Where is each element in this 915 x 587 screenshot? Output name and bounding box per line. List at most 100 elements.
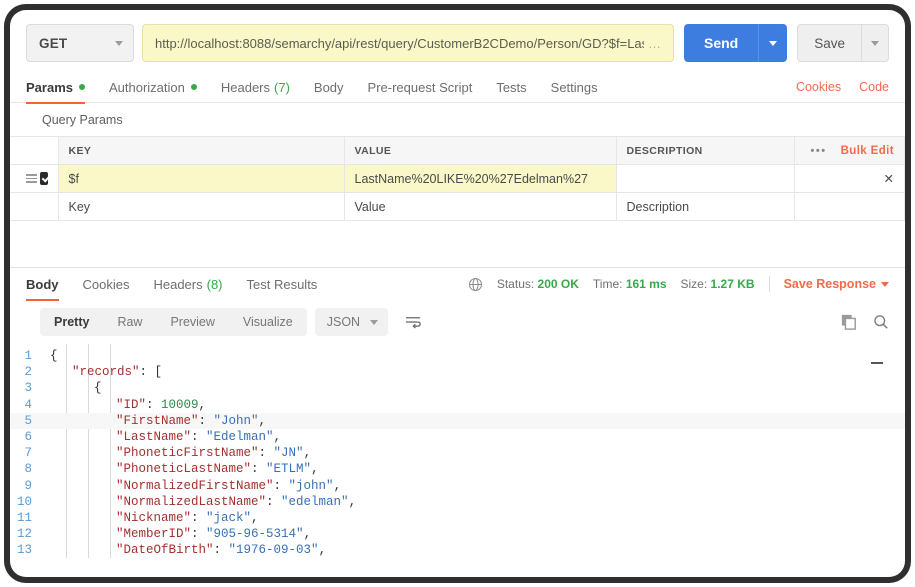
- view-mode-preview[interactable]: Preview: [156, 308, 228, 336]
- row-key-input[interactable]: $f: [58, 165, 344, 193]
- tab-pre-request-script[interactable]: Pre-request Script: [368, 72, 473, 102]
- response-format-select[interactable]: JSON: [315, 308, 388, 336]
- json-line-content: "FirstName": "John",: [40, 413, 266, 429]
- save-response-button[interactable]: Save Response: [784, 277, 889, 291]
- response-body-json[interactable]: 1{2"records": [3{4"ID": 10009,5"FirstNam…: [10, 344, 905, 558]
- view-mode-segment: Pretty Raw Preview Visualize: [40, 308, 307, 336]
- json-line-content: "NormalizedLastName": "edelman",: [40, 494, 356, 510]
- json-line: 2"records": [: [10, 364, 905, 380]
- tab-body-label: Body: [314, 80, 344, 95]
- http-method-select[interactable]: GET: [26, 24, 134, 62]
- code-link[interactable]: Code: [859, 80, 889, 94]
- line-number: 13: [10, 542, 40, 558]
- tab-tests[interactable]: Tests: [496, 72, 526, 102]
- word-wrap-button[interactable]: [398, 308, 428, 336]
- line-number: 8: [10, 461, 40, 477]
- tab-params[interactable]: Params: [26, 72, 85, 102]
- response-tabs: Body Cookies Headers (8) Test Results St…: [10, 268, 905, 300]
- new-value-input[interactable]: Value: [344, 193, 616, 221]
- view-mode-raw[interactable]: Raw: [103, 308, 156, 336]
- request-tabs: Params Authorization Headers (7) Body Pr…: [10, 72, 905, 102]
- view-mode-pretty[interactable]: Pretty: [40, 308, 103, 336]
- time-label: Time:: [593, 277, 623, 291]
- response-tab-body[interactable]: Body: [26, 269, 59, 299]
- tab-pre-request-script-label: Pre-request Script: [368, 80, 473, 95]
- json-line-content: "PhoneticLastName": "ETLM",: [40, 461, 319, 477]
- new-key-input[interactable]: Key: [58, 193, 344, 221]
- chevron-down-icon: [871, 41, 879, 46]
- drag-handle-icon[interactable]: [26, 174, 37, 183]
- copy-icon[interactable]: [841, 314, 857, 330]
- json-line-content: "Nickname": "jack",: [40, 510, 259, 526]
- json-line-content: "DateOfBirth": "1976-09-03",: [40, 542, 326, 558]
- table-placeholder-row: Key Value Description: [10, 193, 905, 221]
- status-value: 200 OK: [538, 277, 579, 291]
- search-icon[interactable]: [873, 314, 889, 330]
- save-options-button[interactable]: [861, 25, 888, 61]
- line-number: 9: [10, 478, 40, 494]
- size-value: 1.27 KB: [711, 277, 755, 291]
- json-line: 7"PhoneticFirstName": "JN",: [10, 445, 905, 461]
- json-line-list: 1{2"records": [3{4"ID": 10009,5"FirstNam…: [10, 348, 905, 558]
- request-bar: GET http://localhost:8088/semarchy/api/r…: [10, 10, 905, 72]
- response-tab-cookies-label: Cookies: [83, 277, 130, 292]
- json-line: 1{: [10, 348, 905, 364]
- response-tab-cookies[interactable]: Cookies: [83, 269, 130, 299]
- modified-dot-icon: [191, 84, 197, 90]
- tab-authorization-label: Authorization: [109, 80, 185, 95]
- json-line-content: "PhoneticFirstName": "JN",: [40, 445, 311, 461]
- row-remove-button[interactable]: ✕: [795, 165, 905, 193]
- response-tab-body-label: Body: [26, 277, 59, 292]
- query-params-title: Query Params: [10, 103, 905, 136]
- word-wrap-icon: [405, 315, 422, 329]
- query-params-table: KEY VALUE DESCRIPTION ••• Bulk Edit: [10, 136, 905, 221]
- json-line-content: "records": [: [40, 364, 162, 380]
- request-tabs-right: Cookies Code: [778, 80, 889, 94]
- tab-authorization[interactable]: Authorization: [109, 72, 197, 102]
- http-method-label: GET: [39, 36, 67, 51]
- json-line-content: {: [40, 380, 102, 396]
- send-options-button[interactable]: [758, 24, 787, 62]
- collapse-block-button[interactable]: [871, 362, 883, 364]
- placeholder-options-cell: [795, 193, 905, 221]
- view-mode-visualize[interactable]: Visualize: [229, 308, 307, 336]
- tab-headers[interactable]: Headers (7): [221, 72, 290, 102]
- json-line: 8"PhoneticLastName": "ETLM",: [10, 461, 905, 477]
- send-button[interactable]: Send: [684, 24, 758, 62]
- tab-headers-label: Headers: [221, 80, 270, 95]
- new-description-input[interactable]: Description: [616, 193, 795, 221]
- url-input[interactable]: http://localhost:8088/semarchy/api/rest/…: [142, 24, 674, 62]
- response-meta: Status: 200 OK Time: 161 ms Size: 1.27 K…: [468, 276, 889, 292]
- response-tab-test-results[interactable]: Test Results: [247, 269, 318, 299]
- url-text: http://localhost:8088/semarchy/api/rest/…: [155, 36, 644, 51]
- cookies-link[interactable]: Cookies: [796, 80, 841, 94]
- response-format-label: JSON: [327, 315, 360, 329]
- ellipsis-horizontal-icon[interactable]: •••: [811, 145, 827, 157]
- chevron-down-icon: [769, 41, 777, 46]
- header-value: VALUE: [344, 137, 616, 165]
- chevron-down-icon: [881, 282, 889, 287]
- row-enabled-checkbox[interactable]: [40, 172, 48, 185]
- tab-body[interactable]: Body: [314, 72, 344, 102]
- response-viewer-toolbar: Pretty Raw Preview Visualize JSON: [10, 300, 905, 344]
- chevron-down-icon: [370, 320, 378, 325]
- header-handle-spacer: [10, 137, 58, 165]
- bulk-edit-button[interactable]: Bulk Edit: [841, 145, 894, 157]
- row-description-input[interactable]: [616, 165, 795, 193]
- json-line: 12"MemberID": "905-96-5314",: [10, 526, 905, 542]
- status-group: Status: 200 OK: [497, 277, 579, 291]
- time-group: Time: 161 ms: [593, 277, 667, 291]
- line-number: 4: [10, 397, 40, 413]
- row-handle-cell: [10, 165, 58, 193]
- row-value-input[interactable]: LastName%20LIKE%20%27Edelman%27: [344, 165, 616, 193]
- tab-settings[interactable]: Settings: [551, 72, 598, 102]
- save-button[interactable]: Save: [798, 25, 861, 61]
- json-line: 13"DateOfBirth": "1976-09-03",: [10, 542, 905, 558]
- response-tab-headers[interactable]: Headers (8): [153, 269, 222, 299]
- json-line: 10"NormalizedLastName": "edelman",: [10, 494, 905, 510]
- save-response-label: Save Response: [784, 277, 876, 291]
- json-line-content: "LastName": "Edelman",: [40, 429, 281, 445]
- json-line: 9"NormalizedFirstName": "john",: [10, 478, 905, 494]
- line-number: 5: [10, 413, 40, 429]
- globe-icon: [468, 277, 483, 292]
